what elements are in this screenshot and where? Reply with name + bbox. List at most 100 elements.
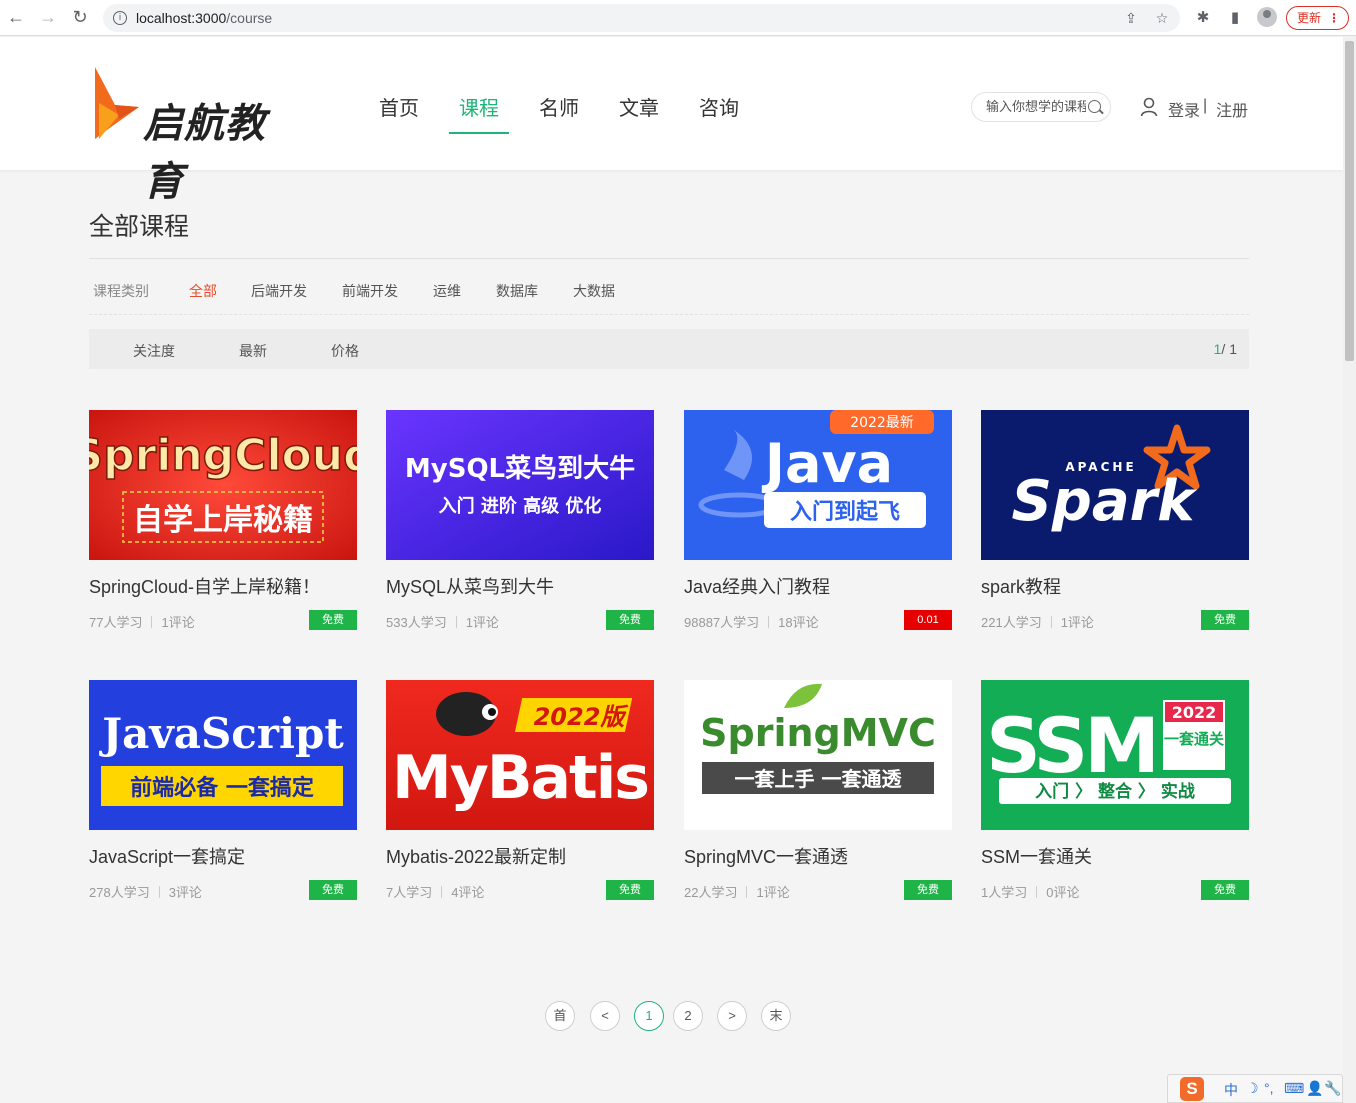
learner-count: 7人学习 <box>386 885 433 900</box>
register-link[interactable]: 注册 <box>1216 97 1248 121</box>
course-cover[interactable]: MySQL菜鸟到大牛 入门 进阶 高级 优化 <box>386 410 654 560</box>
ime-user-icon[interactable]: 👤 <box>1306 1080 1323 1097</box>
address-bar[interactable]: i localhost:3000/course ⇪ ☆ <box>103 4 1180 32</box>
nav-course[interactable]: 课程 <box>449 92 509 134</box>
svg-text:2022版: 2022版 <box>534 703 629 731</box>
svg-text:Spark: Spark <box>1011 469 1198 534</box>
reload-icon[interactable]: ↻ <box>68 5 92 29</box>
profile-avatar-icon[interactable] <box>1257 7 1277 27</box>
forward-arrow-icon[interactable]: → <box>36 5 60 29</box>
price-badge: 免费 <box>904 880 952 900</box>
course-title[interactable]: SpringCloud-自学上岸秘籍！ <box>89 573 320 599</box>
update-button[interactable]: 更新 ⋮ <box>1286 6 1349 30</box>
extensions-puzzle-icon[interactable]: ✱ <box>1192 7 1214 29</box>
ime-settings-icon[interactable]: 🔧 <box>1324 1080 1341 1097</box>
category-frontend[interactable]: 前端开发 <box>342 281 398 301</box>
search-input[interactable] <box>986 99 1086 114</box>
category-all[interactable]: 全部 <box>189 281 217 301</box>
page-scrollbar[interactable] <box>1343 36 1356 1103</box>
url-text[interactable]: localhost:3000/course <box>136 10 272 26</box>
site-header: 启航教育 首页 课程 名师 文章 咨询 登录 | 注册 <box>0 37 1343 205</box>
bookmark-star-icon[interactable]: ☆ <box>1153 9 1171 27</box>
course-title[interactable]: SpringMVC一套通透 <box>684 843 848 869</box>
comment-count: 1评论 <box>161 615 195 630</box>
course-title[interactable]: SSM一套通关 <box>981 843 1092 869</box>
course-meta: 1人学习 0评论 <box>981 882 1079 901</box>
course-card[interactable]: JavaScript 前端必备 一套搞定 JavaScript一套搞定 278人… <box>89 680 357 900</box>
learner-count: 77人学习 <box>89 615 143 630</box>
svg-text:一套通关: 一套通关 <box>1164 730 1224 748</box>
course-title[interactable]: MySQL从菜鸟到大牛 <box>386 573 554 599</box>
svg-text:MyBatis: MyBatis <box>392 743 648 813</box>
course-cover-image: 2022最新 Java 入门到起飞 <box>684 410 952 560</box>
svg-text:自学上岸秘籍: 自学上岸秘籍 <box>133 503 313 538</box>
comment-count: 0评论 <box>1046 885 1080 900</box>
page-1-button[interactable]: 1 <box>634 1001 664 1031</box>
back-arrow-icon[interactable]: ← <box>4 5 28 29</box>
price-badge: 免费 <box>606 880 654 900</box>
course-meta: 7人学习 4评论 <box>386 882 484 901</box>
course-cover[interactable]: APACHE Spark <box>981 410 1249 560</box>
nav-articles[interactable]: 文章 <box>609 92 669 134</box>
search-icon[interactable] <box>1088 100 1101 113</box>
svg-text:SpringCloud: SpringCloud <box>89 430 357 481</box>
category-database[interactable]: 数据库 <box>496 281 538 301</box>
course-card[interactable]: SSM 2022 一套通关 入门 〉 整合 〉 实战 SSM一套通关 1人学习 0… <box>981 680 1249 900</box>
price-badge: 免费 <box>309 610 357 630</box>
course-title[interactable]: spark教程 <box>981 573 1061 599</box>
sort-bar: 关注度 最新 价格 1/ 1 <box>89 329 1249 369</box>
scrollbar-thumb[interactable] <box>1345 41 1354 361</box>
site-logo[interactable]: 启航教育 <box>89 67 299 205</box>
sort-newest[interactable]: 最新 <box>239 341 267 361</box>
ime-chinese-mode[interactable]: 中 <box>1224 1080 1238 1100</box>
course-cover[interactable]: JavaScript 前端必备 一套搞定 <box>89 680 357 830</box>
course-cover[interactable]: 2022版 MyBatis <box>386 680 654 830</box>
ime-punctuation-icon[interactable]: °, <box>1264 1080 1274 1096</box>
category-backend[interactable]: 后端开发 <box>251 281 307 301</box>
site-info-icon[interactable]: i <box>113 11 127 25</box>
comment-count: 18评论 <box>778 615 819 630</box>
page-next-button[interactable]: > <box>717 1001 747 1031</box>
course-cover-image: SSM 2022 一套通关 入门 〉 整合 〉 实战 <box>981 680 1249 830</box>
nav-consult[interactable]: 咨询 <box>689 92 749 134</box>
course-title[interactable]: Mybatis-2022最新定制 <box>386 843 566 869</box>
ime-moon-icon[interactable]: ☽ <box>1246 1080 1259 1097</box>
course-cover[interactable]: SpringMVC 一套上手 一套通透 <box>684 680 952 830</box>
category-ops[interactable]: 运维 <box>433 281 461 301</box>
page-title: 全部课程 <box>89 213 190 241</box>
svg-text:2022: 2022 <box>1172 703 1217 722</box>
share-icon[interactable]: ⇪ <box>1122 9 1140 27</box>
course-cover[interactable]: SpringCloud 自学上岸秘籍 <box>89 410 357 560</box>
sort-price[interactable]: 价格 <box>331 341 359 361</box>
sort-popularity[interactable]: 关注度 <box>133 341 175 361</box>
svg-text:入门 〉 整合 〉 实战: 入门 〉 整合 〉 实战 <box>1035 781 1195 802</box>
course-cover[interactable]: 2022最新 Java 入门到起飞 <box>684 410 952 560</box>
course-card[interactable]: SpringCloud 自学上岸秘籍 SpringCloud-自学上岸秘籍！ 7… <box>89 410 357 630</box>
sogou-ime-logo-icon[interactable]: S <box>1180 1077 1204 1101</box>
course-card[interactable]: APACHE Spark spark教程 221人学习 1评论 免费 <box>981 410 1249 630</box>
course-meta: 221人学习 1评论 <box>981 612 1094 631</box>
ime-keyboard-icon[interactable]: ⌨ <box>1284 1080 1304 1097</box>
course-card[interactable]: MySQL菜鸟到大牛 入门 进阶 高级 优化 MySQL从菜鸟到大牛 533人学… <box>386 410 654 630</box>
login-link[interactable]: 登录 <box>1168 97 1200 121</box>
course-cover[interactable]: SSM 2022 一套通关 入门 〉 整合 〉 实战 <box>981 680 1249 830</box>
course-card[interactable]: 2022最新 Java 入门到起飞 Java经典入门教程 98887人学习 18评… <box>684 410 952 630</box>
category-bigdata[interactable]: 大数据 <box>573 281 615 301</box>
category-filter: 课程类别 全部 后端开发 前端开发 运维 数据库 大数据 <box>89 278 1249 315</box>
mini-pager: 1/ 1 <box>1214 341 1237 357</box>
course-title[interactable]: JavaScript一套搞定 <box>89 843 245 869</box>
nav-teachers[interactable]: 名师 <box>529 92 589 134</box>
page-prev-button[interactable]: < <box>590 1001 620 1031</box>
svg-text:入门到起飞: 入门到起飞 <box>790 499 900 525</box>
nav-home[interactable]: 首页 <box>369 92 429 134</box>
course-title[interactable]: Java经典入门教程 <box>684 573 830 599</box>
page-2-button[interactable]: 2 <box>673 1001 703 1031</box>
course-card[interactable]: 2022版 MyBatis Mybatis-2022最新定制 7人学习 4评论 免… <box>386 680 654 900</box>
course-cover-image: 2022版 MyBatis <box>386 680 654 830</box>
page-last-button[interactable]: 末 <box>761 1001 791 1031</box>
side-panel-icon[interactable]: ▮ <box>1224 7 1246 29</box>
learner-count: 533人学习 <box>386 615 447 630</box>
course-card[interactable]: SpringMVC 一套上手 一套通透 SpringMVC一套通透 22人学习 1… <box>684 680 952 900</box>
page-first-button[interactable]: 首 <box>545 1001 575 1031</box>
logo-mark-icon <box>95 67 139 139</box>
